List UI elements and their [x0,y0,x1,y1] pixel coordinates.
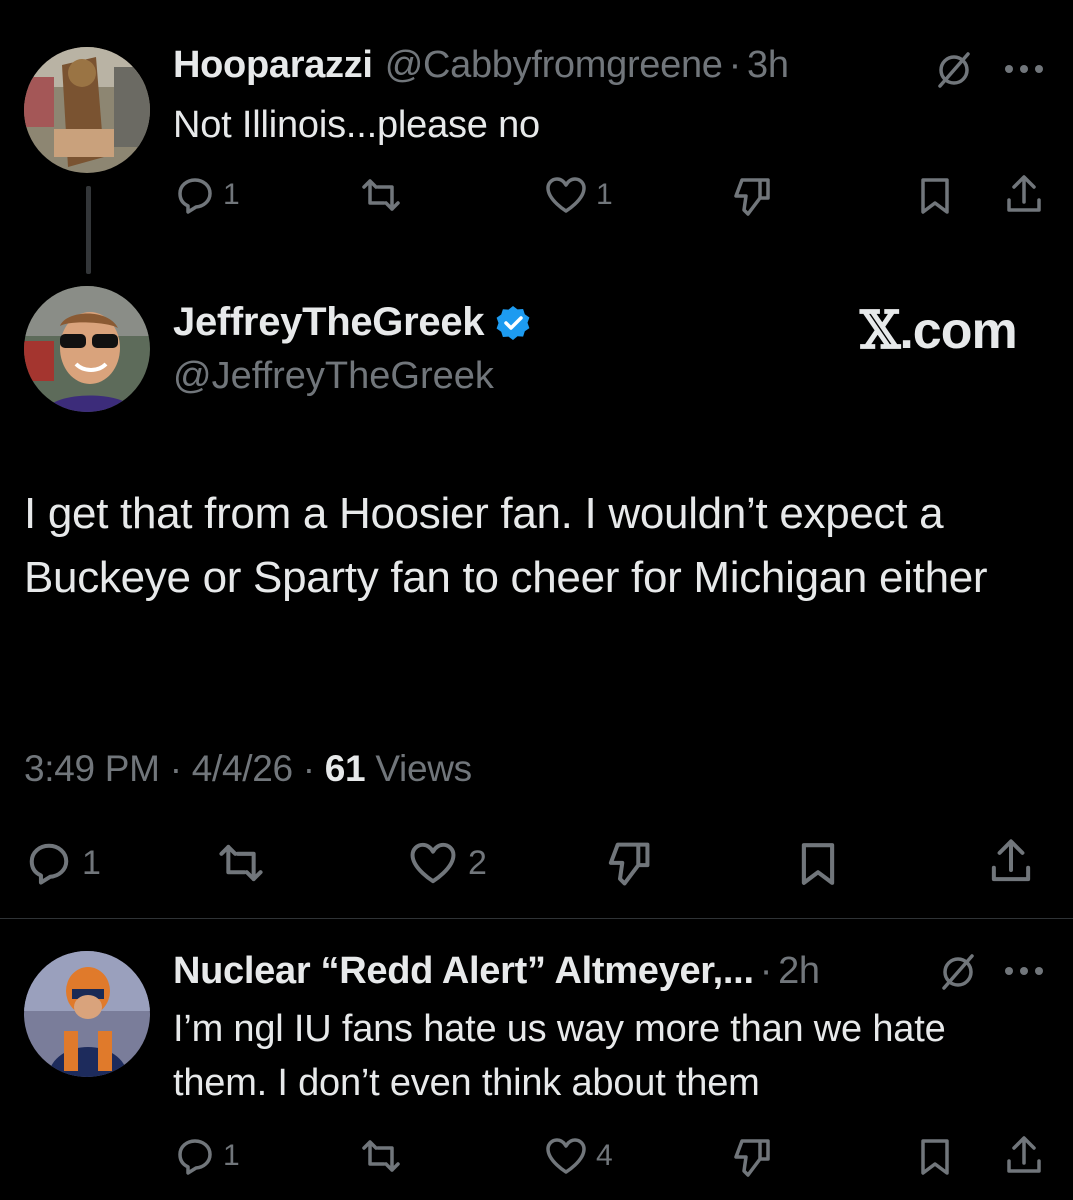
avatar-nuclear[interactable] [24,951,150,1077]
grok-icon[interactable] [938,952,978,992]
views-label[interactable]: Views [375,748,472,789]
x-logo-icon: 𝕏 [860,300,900,361]
main-display-name[interactable]: JeffreyTheGreek [173,300,485,345]
like-icon [410,842,456,884]
main-time[interactable]: 3:49 PM [24,748,160,789]
main-reply-button[interactable]: 1 [26,840,101,886]
reply2-share-button[interactable] [1004,1135,1044,1177]
reply1-reply-button[interactable]: 1 [175,175,240,215]
reply1-display-name[interactable]: Hooparazzi [173,44,373,87]
share-icon [1007,1136,1041,1173]
repost-icon [362,1140,400,1172]
reply2-text-line1: I’m ngl IU fans hate us way more than we… [173,1008,946,1050]
reply1-dislike-button[interactable] [730,176,772,218]
dislike-icon [734,1139,770,1177]
thread-connector-line [86,186,91,274]
main-dislike-button[interactable] [604,840,652,888]
more-icon[interactable] [1004,966,1044,976]
main-like-count: 2 [468,843,487,882]
reply2-display-name[interactable]: Nuclear “Redd Alert” Altmeyer,... [173,950,754,993]
main-reply-count: 1 [82,843,101,882]
share-icon [991,839,1031,882]
reply2-repost-button[interactable] [358,1136,404,1176]
reply1-like-button[interactable]: 1 [544,175,613,215]
bookmark-icon [921,1139,949,1175]
watermark-domain: .com [899,302,1017,360]
reply1-header: Hooparazzi @Cabbyfromgreene · 3h [173,44,789,87]
main-date[interactable]: 4/4/26 [192,748,293,789]
reply2-separator: · [759,950,773,992]
reply2-like-button[interactable]: 4 [544,1136,613,1176]
bookmark-icon [921,178,949,214]
divider [0,918,1073,919]
repost-icon [219,844,263,882]
dislike-icon [608,842,650,886]
reply1-separator: · [728,44,742,86]
reply1-handle[interactable]: @Cabbyfromgreene [385,44,723,87]
reply2-header: Nuclear “Redd Alert” Altmeyer,... · 2h [173,950,820,993]
main-display-name-row: JeffreyTheGreek [173,300,532,345]
reply1-time[interactable]: 3h [747,44,789,87]
main-repost-button[interactable] [214,840,268,886]
main-tweet-text: I get that from a Hoosier fan. I wouldn’… [24,489,988,602]
reply2-reply-button[interactable]: 1 [175,1136,240,1176]
dislike-icon [734,178,770,216]
more-icon[interactable] [1004,64,1044,74]
main-bookmark-button[interactable] [798,840,838,888]
meta-separator: · [169,748,182,789]
reply-icon [29,843,69,885]
reply1-like-count: 1 [596,178,613,211]
reply2-dislike-button[interactable] [730,1137,772,1179]
meta-separator: · [302,748,315,789]
x-com-watermark: 𝕏.com [860,300,1018,361]
share-icon [1007,175,1041,212]
avatar-jeffreythegreek[interactable] [24,286,150,412]
avatar-hooparazzi[interactable] [24,47,150,173]
like-icon [546,177,586,213]
reply-icon [178,178,212,214]
like-icon [546,1138,586,1174]
grok-icon[interactable] [934,50,974,90]
repost-icon [362,179,400,211]
reply1-share-button[interactable] [1004,174,1044,216]
main-share-button[interactable] [988,838,1034,886]
views-count[interactable]: 61 [325,748,366,789]
reply2-bookmark-button[interactable] [918,1137,952,1177]
main-like-button[interactable]: 2 [408,840,487,886]
main-tweet-meta: 3:49 PM · 4/4/26 · 61 Views [24,748,472,790]
verified-badge-icon[interactable] [494,304,532,342]
reply2-like-count: 4 [596,1139,613,1172]
reply2-time[interactable]: 2h [778,950,820,993]
reply2-reply-count: 1 [223,1139,240,1172]
reply1-bookmark-button[interactable] [918,176,952,216]
bookmark-icon [801,843,835,885]
reply2-text-line2: them. I don’t even think about them [173,1062,760,1104]
reply1-repost-button[interactable] [358,175,404,215]
reply1-text: Not Illinois...please no [173,104,540,146]
main-handle[interactable]: @JeffreyTheGreek [173,355,494,398]
reply-icon [178,1139,212,1175]
reply1-reply-count: 1 [223,178,240,211]
